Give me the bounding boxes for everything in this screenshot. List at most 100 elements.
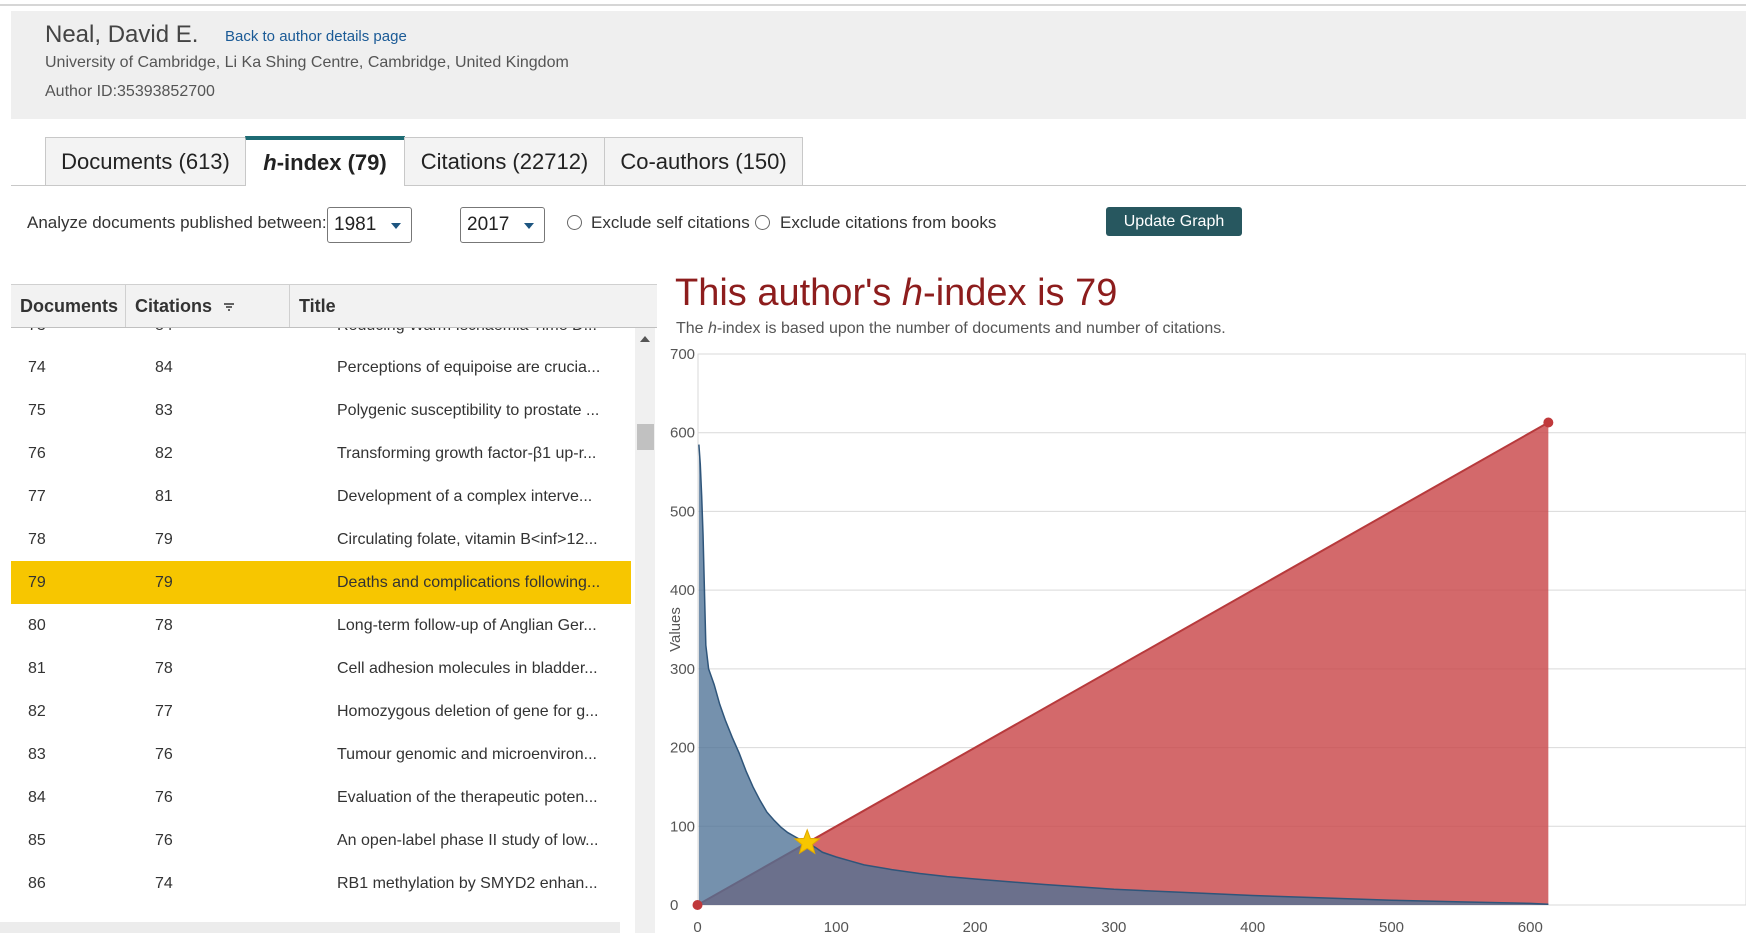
cell-title[interactable]: Evaluation of the therapeutic poten...	[337, 776, 627, 819]
x-tick-label: 500	[1379, 919, 1404, 933]
cell-documents: 76	[28, 445, 46, 462]
y-tick-label: 600	[670, 425, 695, 442]
cell-title[interactable]: Homozygous deletion of gene for g...	[337, 690, 627, 733]
cell-title[interactable]: An open-label phase II study of low...	[337, 819, 627, 862]
h-index-description-post: -index is based upon the number of docum…	[716, 320, 1226, 337]
chevron-down-icon	[524, 223, 534, 229]
cell-title[interactable]: Reducing Warm Ischaemia Time D...	[337, 328, 627, 347]
y-tick-label: 400	[670, 582, 695, 599]
tab-co-authors[interactable]: Co-authors (150)	[604, 137, 803, 185]
table-row[interactable]: 86 74 RB1 methylation by SMYD2 enhan...	[11, 862, 631, 905]
table-row[interactable]: 73 84 Reducing Warm Ischaemia Time D...	[11, 328, 631, 347]
y-tick-label: 0	[670, 897, 678, 914]
sort-descending-icon[interactable]	[223, 286, 235, 328]
table-row[interactable]: 80 78 Long-term follow-up of Anglian Ger..…	[11, 604, 631, 647]
table-row[interactable]: 82 77 Homozygous deletion of gene for g...	[11, 690, 631, 733]
tab-citations-label: Citations (22712)	[420, 148, 589, 174]
from-year-value: 1981	[334, 214, 377, 235]
author-name: Neal, David E.	[45, 21, 199, 48]
cell-title[interactable]: Polygenic susceptibility to prostate ...	[337, 389, 627, 432]
y-tick-label: 100	[670, 818, 695, 835]
x-tick-label: 600	[1518, 919, 1543, 933]
from-year-select[interactable]: 1981	[327, 207, 412, 243]
h-index-description-pre: The	[676, 320, 709, 337]
exclude-books-label: Exclude citations from books	[780, 213, 997, 232]
cell-documents: 74	[28, 359, 46, 376]
tab-documents[interactable]: Documents (613)	[45, 137, 246, 185]
author-affiliation: University of Cambridge, Li Ka Shing Cen…	[45, 54, 569, 71]
y-tick-label: 500	[670, 503, 695, 520]
table-row[interactable]: 77 81 Development of a complex interve...	[11, 475, 631, 518]
documents-table: Documents Citations Title 73 84 Reducing…	[11, 284, 657, 933]
x-tick-label: 200	[963, 919, 988, 933]
tab-co-authors-label: Co-authors (150)	[620, 148, 787, 174]
to-year-select[interactable]: 2017	[460, 207, 545, 243]
cell-citations: 76	[155, 832, 173, 849]
cell-citations: 76	[155, 746, 173, 763]
tab-citations[interactable]: Citations (22712)	[404, 137, 605, 185]
cell-title[interactable]: Cell adhesion molecules in bladder...	[337, 647, 627, 690]
table-row[interactable]: 81 78 Cell adhesion molecules in bladder..…	[11, 647, 631, 690]
date-range-label: Analyze documents published between:	[27, 213, 327, 232]
update-graph-button[interactable]: Update Graph	[1106, 207, 1242, 236]
cell-documents: 77	[28, 488, 46, 505]
exclude-books-checkbox[interactable]	[755, 215, 770, 230]
cell-title[interactable]: Development of a complex interve...	[337, 475, 627, 518]
y-tick-label: 200	[670, 740, 695, 757]
exclude-self-label: Exclude self citations	[591, 213, 750, 232]
cell-title[interactable]: Transforming growth factor-β1 up-r...	[337, 432, 627, 475]
table-row[interactable]: 78 79 Circulating folate, vitamin B<inf>12…	[11, 518, 631, 561]
column-header-citations[interactable]: Citations	[125, 285, 289, 327]
tab-h-index-h: h	[263, 150, 277, 175]
table-row[interactable]: 85 76 An open-label phase II study of low.…	[11, 819, 631, 862]
table-row[interactable]: 75 83 Polygenic susceptibility to prostate…	[11, 389, 631, 432]
tab-h-index-label: -index (79)	[276, 150, 387, 175]
scrollbar-thumb[interactable]	[637, 424, 654, 450]
cell-title[interactable]: Long-term follow-up of Anglian Ger...	[337, 604, 627, 647]
cell-documents: 83	[28, 746, 46, 763]
column-header-citations-label: Citations	[135, 296, 213, 316]
cell-title[interactable]: Perceptions of equipoise are crucia...	[337, 346, 627, 389]
table-header: Documents Citations Title	[11, 284, 657, 328]
cell-documents: 86	[28, 875, 46, 892]
cell-citations: 82	[155, 445, 173, 462]
cell-title[interactable]: RB1 methylation by SMYD2 enhan...	[337, 862, 627, 905]
table-row[interactable]: 84 76 Evaluation of the therapeutic poten.…	[11, 776, 631, 819]
author-id: Author ID:35393852700	[45, 83, 215, 100]
top-divider	[0, 4, 1746, 6]
h-index-heading-pre: This author's	[675, 272, 902, 314]
cell-documents: 80	[28, 617, 46, 634]
h-index-chart: 0 100 200 300 400 500 600 700 0 100 200 300 400 500 60…	[667, 346, 1746, 933]
cell-citations: 83	[155, 402, 173, 419]
h-index-heading-post: -index is 79	[923, 272, 1118, 314]
cell-documents: 78	[28, 531, 46, 548]
column-header-documents[interactable]: Documents	[11, 285, 125, 327]
column-header-title-label: Title	[299, 296, 336, 316]
cell-citations: 74	[155, 875, 173, 892]
table-row[interactable]: 74 84 Perceptions of equipoise are crucia.…	[11, 346, 631, 389]
y-tick-label: 700	[670, 346, 695, 363]
cell-title[interactable]: Tumour genomic and microenviron...	[337, 733, 627, 776]
cell-documents: 85	[28, 832, 46, 849]
cell-title[interactable]: Deaths and complications following...	[337, 561, 627, 604]
table-footer-strip	[0, 922, 620, 933]
exclude-self-checkbox[interactable]	[567, 215, 582, 230]
x-tick-label: 300	[1101, 919, 1126, 933]
table-scrollbar[interactable]	[635, 328, 655, 933]
table-row[interactable]: 83 76 Tumour genomic and microenviron...	[11, 733, 631, 776]
cell-citations: 79	[155, 574, 173, 591]
column-header-title[interactable]: Title	[289, 285, 657, 327]
h-index-heading: This author's h-index is 79	[675, 272, 1117, 315]
cell-documents: 84	[28, 789, 46, 806]
tab-h-index[interactable]: h -index (79)	[245, 136, 405, 186]
table-row[interactable]: 79 79 Deaths and complications following..…	[11, 561, 631, 604]
cell-citations: 79	[155, 531, 173, 548]
cell-documents: 73	[28, 328, 128, 347]
cell-title[interactable]: Circulating folate, vitamin B<inf>12...	[337, 518, 627, 561]
scroll-up-arrow-icon[interactable]	[640, 336, 650, 342]
cell-documents: 75	[28, 402, 46, 419]
cell-documents: 81	[28, 660, 46, 677]
back-to-author-link[interactable]: Back to author details page	[225, 28, 407, 45]
documents-end-point	[1543, 417, 1554, 428]
table-row[interactable]: 76 82 Transforming growth factor-β1 up-r..…	[11, 432, 631, 475]
